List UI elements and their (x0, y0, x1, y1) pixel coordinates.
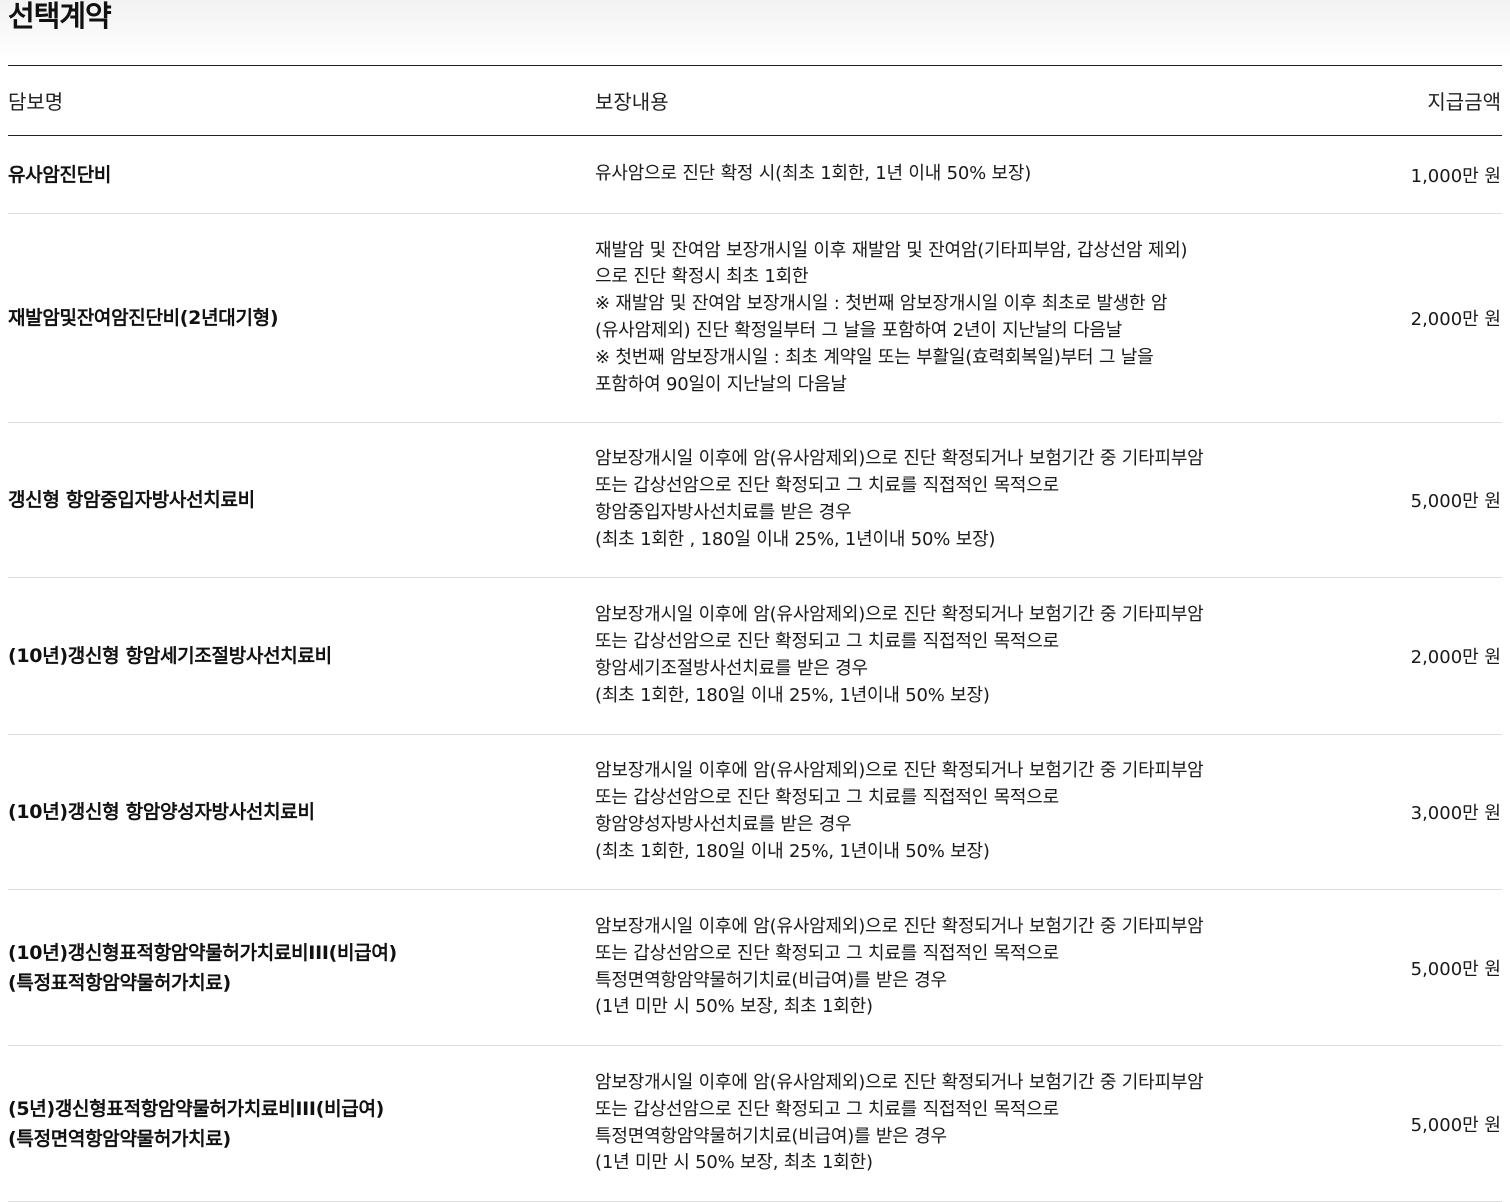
coverage-detail-line: 포함하여 90일이 지난날의 다음날 (595, 373, 847, 395)
coverage-detail-line: 암보장개시일 이후에 암(유사암제외)으로 진단 확정되거나 보험기간 중 기타… (595, 448, 1204, 470)
coverage-detail-line: 또는 갑상선암으로 진단 확정되고 그 치료를 직접적인 목적으로 (595, 631, 1060, 653)
coverage-name: (10년)갱신형 항암양성자방사선치료비 (8, 797, 595, 827)
top-background (0, 0, 1510, 60)
coverage-name-line: (10년)갱신형 항암양성자방사선치료비 (8, 801, 315, 823)
coverage-name: (5년)갱신형표적항암약물허가치료비III(비급여) (특정면역항암약물허가치료) (8, 1094, 595, 1154)
payment-amount: 5,000만 원 (1410, 1114, 1501, 1136)
coverage-name-line: (특정표적항암약물허가치료) (8, 971, 231, 994)
coverage-detail-line: 또는 갑상선암으로 진단 확정되고 그 치료를 직접적인 목적으로 (595, 475, 1060, 497)
coverage-detail-line: 또는 갑상선암으로 진단 확정되고 그 치료를 직접적인 목적으로 (595, 942, 1060, 964)
coverage-detail: 암보장개시일 이후에 암(유사암제외)으로 진단 확정되거나 보험기간 중 기타… (595, 1070, 1295, 1177)
coverage-name-line: 재발암및잔여암진단비(2년대기형) (8, 307, 279, 329)
coverage-detail-line: (최초 1회한, 180일 이내 25%, 1년이내 50% 보장) (595, 684, 990, 706)
table-row: (10년)갱신형 항암세기조절방사선치료비 암보장개시일 이후에 암(유사암제외)… (8, 578, 1502, 735)
table-row: (10년)갱신형표적항암약물허가치료비III(비급여) (특정표적항암약물허가치료… (8, 890, 1502, 1046)
table-header: 담보명 보장내용 지급금액 (8, 66, 1502, 136)
coverage-detail-line: 특정면역항암약물허기치료(비급여)를 받은 경우 (595, 969, 947, 991)
coverage-detail: 재발암 및 잔여암 보장개시일 이후 재발암 및 잔여암(기타피부암, 갑상선암… (595, 238, 1295, 399)
coverage-detail-line: 특정면역항암약물허기치료(비급여)를 받은 경우 (595, 1125, 947, 1147)
header-payment-amount: 지급금액 (1427, 90, 1501, 114)
coverage-detail-line: (유사암제외) 진단 확정일부터 그 날을 포함하여 2년이 지난날의 다음날 (595, 320, 1123, 341)
payment-amount: 5,000만 원 (1410, 958, 1501, 980)
table-row: (5년)갱신형표적항암약물허가치료비III(비급여) (특정면역항암약물허가치료)… (8, 1046, 1502, 1202)
coverage-detail-line: 암보장개시일 이후에 암(유사암제외)으로 진단 확정되거나 보험기간 중 기타… (595, 1071, 1204, 1093)
table-row: 유사암진단비 유사암으로 진단 확정 시(최초 1회한, 1년 이내 50% 보장… (8, 136, 1502, 214)
coverage-detail-line: 재발암 및 잔여암 보장개시일 이후 재발암 및 잔여암(기타피부암, 갑상선암… (595, 239, 1188, 261)
coverage-detail-line: ※ 첫번째 암보장개시일 : 최초 계약일 또는 부활일(효력회복일)부터 그 … (595, 346, 1154, 368)
coverage-detail: 암보장개시일 이후에 암(유사암제외)으로 진단 확정되거나 보험기간 중 기타… (595, 914, 1295, 1021)
coverage-name: 갱신형 항암중입자방사선치료비 (8, 485, 595, 515)
coverage-detail: 암보장개시일 이후에 암(유사암제외)으로 진단 확정되거나 보험기간 중 기타… (595, 602, 1295, 709)
coverage-detail-line: (1년 미만 시 50% 보장, 최초 1회한) (595, 1152, 873, 1174)
coverage-name: 재발암및잔여암진단비(2년대기형) (8, 303, 595, 333)
payment-amount: 5,000만 원 (1410, 491, 1501, 512)
section-title: 선택계약 (8, 0, 112, 33)
coverage-detail-line: 항암세기조절방사선치료를 받은 경우 (595, 658, 868, 679)
payment-amount: 2,000만 원 (1410, 309, 1501, 330)
coverage-detail-line: 항암양성자방사선치료를 받은 경우 (595, 814, 852, 835)
coverage-detail-line: 암보장개시일 이후에 암(유사암제외)으로 진단 확정되거나 보험기간 중 기타… (595, 760, 1204, 782)
table-row: 갱신형 항암중입자방사선치료비 암보장개시일 이후에 암(유사암제외)으로 진단 … (8, 423, 1502, 578)
coverage-detail: 암보장개시일 이후에 암(유사암제외)으로 진단 확정되거나 보험기간 중 기타… (595, 758, 1295, 865)
coverage-name-line: (10년)갱신형표적항암약물허가치료비III(비급여) (8, 941, 397, 964)
coverage-name-line: 갱신형 항암중입자방사선치료비 (8, 489, 255, 511)
coverage-detail: 암보장개시일 이후에 암(유사암제외)으로 진단 확정되거나 보험기간 중 기타… (595, 446, 1295, 553)
payment-amount: 3,000만 원 (1410, 803, 1501, 824)
coverage-detail-line: 또는 갑상선암으로 진단 확정되고 그 치료를 직접적인 목적으로 (595, 787, 1060, 809)
coverage-name: (10년)갱신형 항암세기조절방사선치료비 (8, 641, 595, 671)
coverage-name: 유사암진단비 (8, 160, 595, 190)
coverage-detail-line: (최초 1회한, 180일 이내 25%, 1년이내 50% 보장) (595, 840, 990, 862)
coverage-detail-line: 유사암으로 진단 확정 시(최초 1회한, 1년 이내 50% 보장) (595, 163, 1032, 185)
coverage-name-line: 유사암진단비 (8, 163, 112, 186)
header-coverage-detail: 보장내용 (595, 90, 669, 114)
coverage-detail-line: ※ 재발암 및 잔여암 보장개시일 : 첫번째 암보장개시일 이후 최초로 발생… (595, 293, 1168, 315)
coverage-detail-line: 으로 진단 확정시 최초 1회한 (595, 266, 809, 288)
coverage-detail-line: (최초 1회한 , 180일 이내 25%, 1년이내 50% 보장) (595, 528, 996, 550)
coverage-detail: 유사암으로 진단 확정 시(최초 1회한, 1년 이내 50% 보장) (595, 161, 1295, 188)
coverage-detail-line: 항암중입자방사선치료를 받은 경우 (595, 502, 852, 523)
table-row: 재발암및잔여암진단비(2년대기형) 재발암 및 잔여암 보장개시일 이후 재발암 … (8, 214, 1502, 423)
coverage-name-line: (5년)갱신형표적항암약물허가치료비III(비급여) (8, 1097, 385, 1120)
table-body: 유사암진단비 유사암으로 진단 확정 시(최초 1회한, 1년 이내 50% 보장… (8, 136, 1502, 1202)
coverage-table: 담보명 보장내용 지급금액 유사암진단비 유사암으로 진단 확정 시(최초 1회한… (8, 65, 1502, 1202)
coverage-detail-line: 암보장개시일 이후에 암(유사암제외)으로 진단 확정되거나 보험기간 중 기타… (595, 604, 1204, 626)
coverage-detail-line: (1년 미만 시 50% 보장, 최초 1회한) (595, 996, 873, 1018)
payment-amount: 1,000만 원 (1410, 165, 1501, 187)
coverage-detail-line: 또는 갑상선암으로 진단 확정되고 그 치료를 직접적인 목적으로 (595, 1098, 1060, 1120)
header-coverage-name: 담보명 (8, 90, 64, 114)
coverage-name: (10년)갱신형표적항암약물허가치료비III(비급여) (특정표적항암약물허가치료… (8, 938, 595, 998)
payment-amount: 2,000만 원 (1410, 647, 1501, 668)
table-row: (10년)갱신형 항암양성자방사선치료비 암보장개시일 이후에 암(유사암제외)으… (8, 735, 1502, 890)
coverage-name-line: (10년)갱신형 항암세기조절방사선치료비 (8, 645, 332, 667)
coverage-detail-line: 암보장개시일 이후에 암(유사암제외)으로 진단 확정되거나 보험기간 중 기타… (595, 915, 1204, 937)
coverage-name-line: (특정면역항암약물허가치료) (8, 1127, 231, 1150)
